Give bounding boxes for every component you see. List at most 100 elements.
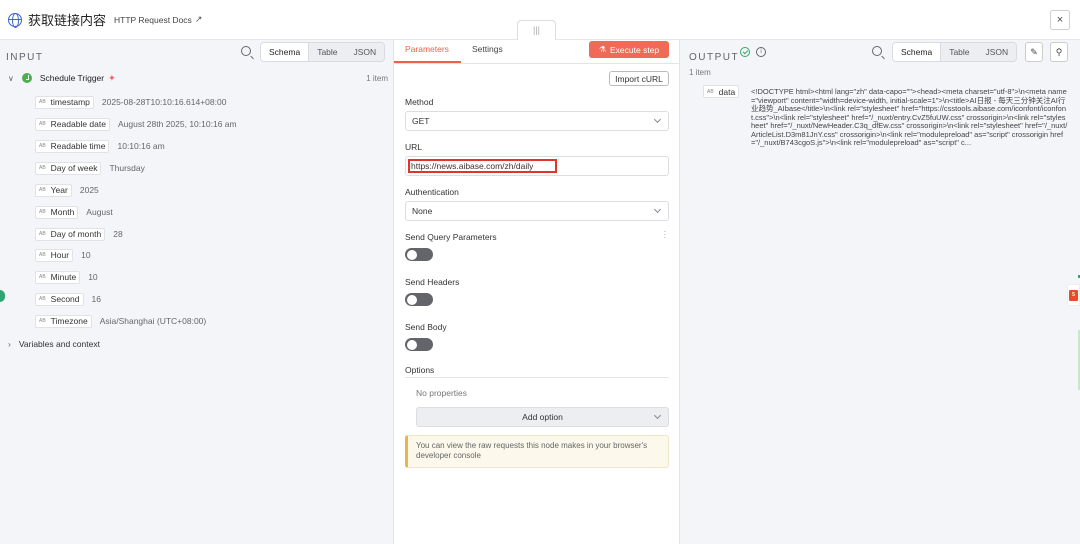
- field-tag[interactable]: AB Year: [35, 183, 72, 197]
- search-icon[interactable]: [872, 46, 882, 56]
- field-row[interactable]: AB Day of week Thursday: [35, 161, 145, 175]
- send-headers-toggle[interactable]: [405, 293, 433, 306]
- field-value: 10:10:16 am: [117, 141, 165, 151]
- method-label: Method: [405, 97, 434, 107]
- field-name: Minute: [50, 272, 77, 282]
- variables-label: Variables and context: [18, 339, 100, 349]
- drag-handle[interactable]: |||: [517, 20, 556, 40]
- field-row[interactable]: AB Minute 10: [35, 270, 98, 284]
- add-option-button[interactable]: Add option: [416, 407, 669, 427]
- info-icon[interactable]: i: [756, 47, 766, 57]
- field-name: Timezone: [50, 316, 88, 326]
- trigger-row[interactable]: ∨ Schedule Trigger ✦ 1 item: [8, 71, 388, 85]
- output-tab-json[interactable]: JSON: [978, 43, 1017, 61]
- chevron-down-icon[interactable]: ∨: [8, 74, 14, 83]
- type-badge: AB: [39, 231, 46, 237]
- parameters-panel: Parameters Settings ⚗ Execute step Import…: [393, 40, 680, 544]
- field-tag[interactable]: AB Day of week: [35, 161, 102, 175]
- execute-step-button[interactable]: ⚗ Execute step: [589, 41, 669, 58]
- import-curl-button[interactable]: Import cURL: [609, 71, 669, 86]
- method-select[interactable]: GET: [405, 111, 669, 131]
- search-icon[interactable]: [241, 46, 251, 56]
- field-value: 10: [88, 272, 98, 282]
- output-panel: OUTPUT i Schema Table JSON ✎ ⚲ 1 item AB…: [680, 40, 1080, 544]
- flask-icon: ⚗: [598, 45, 607, 54]
- field-tag[interactable]: AB data: [703, 85, 740, 98]
- tab-parameters[interactable]: Parameters: [405, 44, 449, 54]
- input-item-count: 1 item: [366, 73, 388, 83]
- html5-icon[interactable]: 5: [1067, 284, 1080, 306]
- field-tag[interactable]: AB Day of month: [35, 227, 106, 241]
- send-headers-label: Send Headers: [405, 277, 460, 287]
- url-input[interactable]: https://news.aibase.com/zh/daily: [405, 156, 669, 176]
- field-name: Hour: [50, 250, 70, 260]
- type-badge: AB: [707, 88, 714, 95]
- field-row[interactable]: AB Readable time 10:10:16 am: [35, 139, 165, 153]
- more-options-icon[interactable]: · · ·: [663, 228, 667, 242]
- output-tab-table[interactable]: Table: [941, 43, 977, 61]
- field-tag[interactable]: AB Minute: [35, 270, 81, 284]
- input-tab-schema[interactable]: Schema: [261, 43, 310, 61]
- field-row[interactable]: AB Readable date August 28th 2025, 10:10:1…: [35, 117, 237, 131]
- edit-icon[interactable]: ✎: [1025, 42, 1043, 62]
- pin-icon[interactable]: ⚲: [1050, 42, 1068, 62]
- type-badge: AB: [39, 121, 46, 127]
- divider: [405, 377, 669, 378]
- connection-dot[interactable]: [0, 290, 5, 302]
- authentication-label: Authentication: [405, 187, 459, 197]
- authentication-select[interactable]: None: [405, 201, 669, 221]
- type-badge: AB: [39, 143, 46, 149]
- input-tab-table[interactable]: Table: [309, 43, 345, 61]
- field-value: Asia/Shanghai (UTC+08:00): [99, 316, 207, 326]
- type-badge: AB: [39, 318, 46, 324]
- field-tag[interactable]: AB Readable date: [35, 117, 110, 131]
- field-name: Month: [50, 207, 75, 217]
- chevron-right-icon: ›: [8, 339, 11, 349]
- method-value: GET: [412, 116, 430, 126]
- field-tag[interactable]: AB Readable time: [35, 139, 110, 153]
- field-row[interactable]: AB Month August: [35, 205, 113, 219]
- field-row[interactable]: AB Day of month 28: [35, 227, 123, 241]
- globe-icon: [8, 12, 22, 28]
- output-item-count: 1 item: [689, 68, 711, 77]
- type-badge: AB: [39, 209, 46, 215]
- info-notice: You can view the raw requests this node …: [405, 435, 669, 468]
- no-properties-text: No properties: [416, 388, 468, 398]
- type-badge: AB: [39, 274, 46, 280]
- field-tag[interactable]: AB Hour: [35, 248, 74, 262]
- external-link-icon[interactable]: ↗: [195, 14, 203, 25]
- variables-toggle[interactable]: › Variables and context: [8, 339, 100, 349]
- field-row[interactable]: AB Second 16: [35, 292, 101, 306]
- field-name: data: [718, 86, 736, 97]
- tab-settings[interactable]: Settings: [472, 44, 503, 54]
- close-button[interactable]: ×: [1050, 10, 1070, 30]
- field-value: Thursday: [109, 163, 145, 173]
- check-circle-icon: [740, 47, 750, 57]
- field-name: timestamp: [50, 97, 90, 107]
- field-value: 28: [113, 229, 123, 239]
- field-tag[interactable]: AB timestamp: [35, 95, 94, 109]
- field-tag[interactable]: AB Timezone: [35, 314, 92, 328]
- field-row[interactable]: AB Year 2025: [35, 183, 99, 197]
- output-tab-schema[interactable]: Schema: [893, 43, 942, 61]
- field-value: August 28th 2025, 10:10:16 am: [117, 119, 237, 129]
- output-view-toggle: Schema Table JSON: [892, 42, 1018, 62]
- field-tag[interactable]: AB Second: [35, 292, 84, 306]
- docs-link[interactable]: HTTP Request Docs: [114, 15, 192, 25]
- field-row[interactable]: AB Hour 10: [35, 248, 91, 262]
- options-label: Options: [405, 365, 435, 375]
- input-panel: INPUT Schema Table JSON ∨ Schedule Trigg…: [0, 40, 393, 544]
- input-tab-json[interactable]: JSON: [346, 43, 385, 61]
- field-value: 2025-08-28T10:10:16.614+08:00: [101, 97, 227, 107]
- field-row[interactable]: AB Timezone Asia/Shanghai (UTC+08:00): [35, 314, 206, 328]
- input-heading: INPUT: [6, 52, 44, 63]
- type-badge: AB: [39, 99, 46, 105]
- field-row[interactable]: AB timestamp 2025-08-28T10:10:16.614+08:00: [35, 95, 226, 109]
- send-body-toggle[interactable]: [405, 338, 433, 351]
- field-name: Readable time: [50, 141, 106, 151]
- type-badge: AB: [39, 296, 46, 302]
- field-name: Readable date: [50, 119, 106, 129]
- node-title[interactable]: 获取链接内容: [28, 10, 106, 29]
- send-query-toggle[interactable]: [405, 248, 433, 261]
- field-tag[interactable]: AB Month: [35, 205, 79, 219]
